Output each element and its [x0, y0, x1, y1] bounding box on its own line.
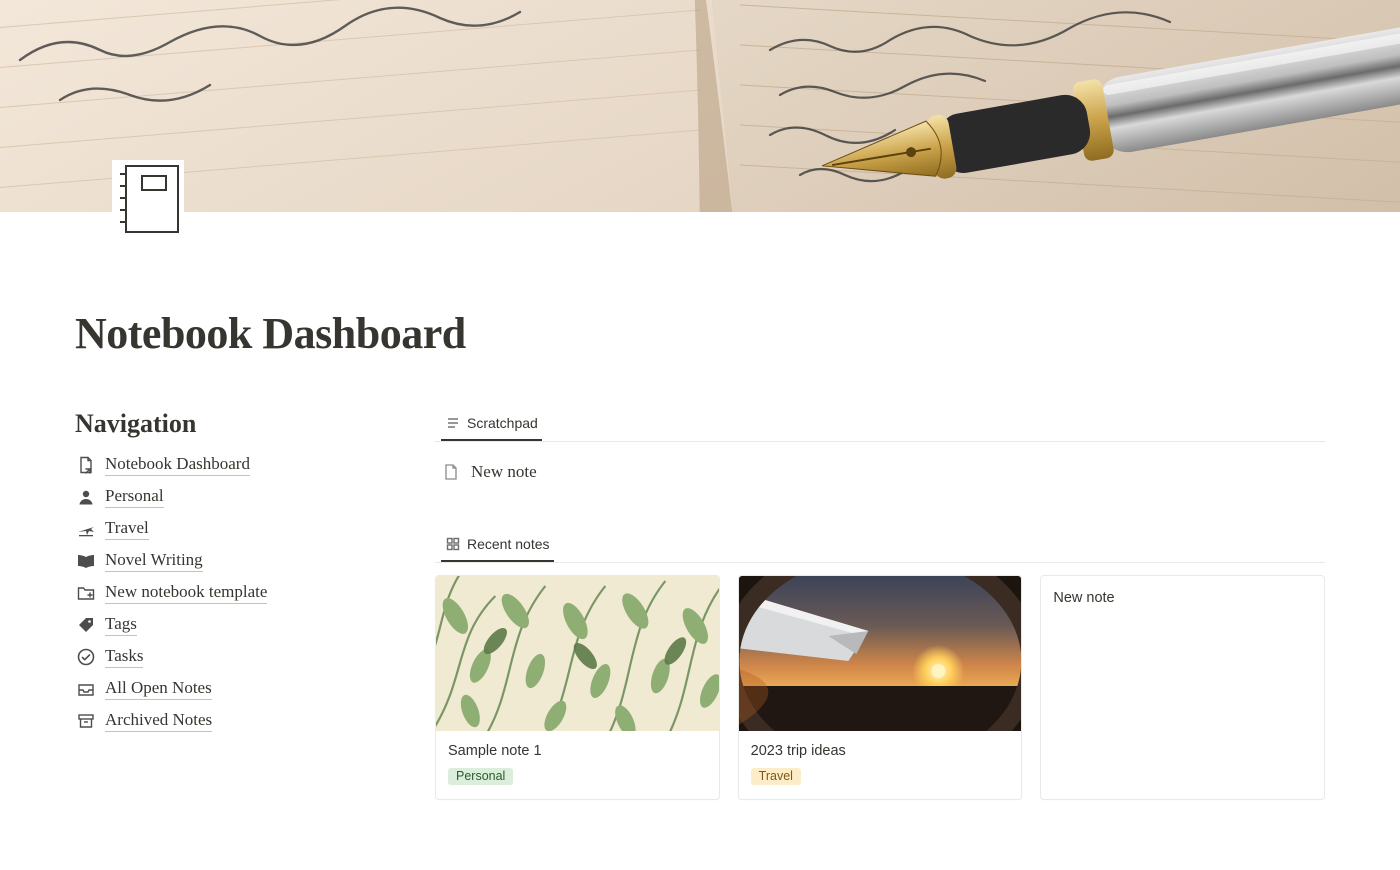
tab-label: Scratchpad: [467, 415, 538, 431]
card-title: 2023 trip ideas: [751, 743, 1010, 759]
note-card-new-note[interactable]: New note: [1040, 575, 1325, 800]
nav-item-archived-notes[interactable]: Archived Notes: [75, 705, 395, 737]
folder-plus-icon: [75, 582, 97, 604]
nav-item-new-notebook-template[interactable]: New notebook template: [75, 577, 395, 609]
nav-item-label: Tasks: [105, 646, 143, 668]
card-title: Sample note 1: [448, 743, 707, 759]
card-title: New note: [1053, 590, 1312, 606]
tag-icon: [75, 614, 97, 636]
note-card-2023-trip-ideas[interactable]: 2023 trip ideas Travel: [738, 575, 1023, 800]
nav-item-label: Notebook Dashboard: [105, 454, 250, 476]
person-icon: [75, 486, 97, 508]
navigation-section: Navigation Notebook Dashboard Personal: [75, 409, 395, 737]
tab-scratchpad[interactable]: Scratchpad: [441, 409, 542, 441]
nav-item-label: Personal: [105, 486, 164, 508]
page-link-icon: [75, 454, 97, 476]
nav-item-personal[interactable]: Personal: [75, 481, 395, 513]
cover-image: [0, 0, 1400, 212]
card-cover-image: [436, 576, 719, 731]
recent-notes-gallery: Sample note 1 Personal: [435, 575, 1325, 800]
nav-item-label: New notebook template: [105, 582, 267, 604]
card-tag: Travel: [751, 768, 801, 785]
list-icon: [445, 415, 461, 431]
card-cover-image: [739, 576, 1022, 731]
check-circle-icon: [75, 646, 97, 668]
nav-item-all-open-notes[interactable]: All Open Notes: [75, 673, 395, 705]
new-note-label: New note: [471, 462, 537, 482]
page-icon: [441, 462, 461, 482]
nav-item-travel[interactable]: Travel: [75, 513, 395, 545]
airplane-icon: [75, 518, 97, 540]
scratchpad-tab-row: Scratchpad: [435, 409, 1325, 442]
page-icon-notebook: [112, 160, 184, 238]
note-card-sample-note-1[interactable]: Sample note 1 Personal: [435, 575, 720, 800]
nav-item-label: Novel Writing: [105, 550, 203, 572]
nav-item-label: All Open Notes: [105, 678, 212, 700]
nav-item-label: Archived Notes: [105, 710, 212, 732]
nav-item-tags[interactable]: Tags: [75, 609, 395, 641]
nav-item-novel-writing[interactable]: Novel Writing: [75, 545, 395, 577]
nav-item-label: Tags: [105, 614, 137, 636]
open-book-icon: [75, 550, 97, 572]
gallery-icon: [445, 536, 461, 552]
card-tag: Personal: [448, 768, 513, 785]
inbox-icon: [75, 678, 97, 700]
nav-item-notebook-dashboard[interactable]: Notebook Dashboard: [75, 449, 395, 481]
tab-label: Recent notes: [467, 536, 550, 552]
page-title: Notebook Dashboard: [75, 308, 1325, 359]
tab-recent-notes[interactable]: Recent notes: [441, 530, 554, 562]
scratchpad-new-note[interactable]: New note: [435, 454, 1325, 490]
archive-icon: [75, 710, 97, 732]
nav-item-label: Travel: [105, 518, 149, 540]
navigation-heading: Navigation: [75, 409, 395, 439]
nav-item-tasks[interactable]: Tasks: [75, 641, 395, 673]
recent-notes-tab-row: Recent notes: [435, 530, 1325, 563]
